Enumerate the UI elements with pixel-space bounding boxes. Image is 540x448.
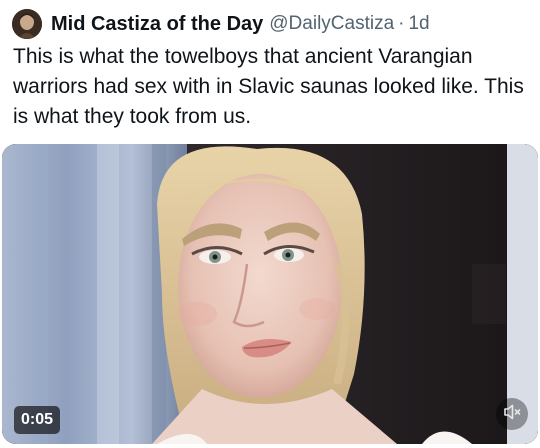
- tweet-header: Mid Castiza of the Day @DailyCastiza · 1…: [12, 8, 430, 40]
- mute-button[interactable]: [496, 398, 528, 430]
- video-player[interactable]: 0:05: [2, 144, 538, 444]
- video-frame: [2, 144, 538, 444]
- user-handle[interactable]: @DailyCastiza: [269, 13, 394, 35]
- display-name[interactable]: Mid Castiza of the Day: [51, 13, 263, 36]
- tweet-text: This is what the towelboys that ancient …: [13, 45, 524, 128]
- tweet-card[interactable]: Mid Castiza of the Day @DailyCastiza · 1…: [0, 0, 540, 448]
- separator-dot: ·: [398, 13, 405, 34]
- tweet-time[interactable]: 1d: [408, 13, 429, 35]
- video-timestamp: 0:05: [14, 406, 61, 434]
- avatar[interactable]: [12, 9, 42, 39]
- speaker-muted-icon: [502, 402, 522, 427]
